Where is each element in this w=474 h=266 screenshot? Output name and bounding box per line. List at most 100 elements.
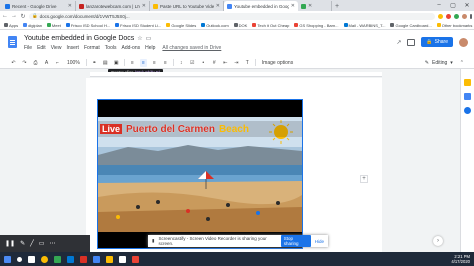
line-spacing-icon[interactable]: ↕ bbox=[178, 59, 185, 67]
add-comment-button[interactable]: + bbox=[360, 175, 368, 183]
move-folder-icon[interactable]: ▭ bbox=[146, 35, 152, 42]
bulleted-list-icon[interactable]: • bbox=[200, 59, 207, 67]
comment-icon[interactable] bbox=[407, 38, 416, 46]
browser-tab[interactable]: ✕ bbox=[298, 1, 332, 11]
browser-tab[interactable]: lanzarotewebcam.com | LIVE ✕ bbox=[76, 1, 150, 11]
tasks-icon[interactable] bbox=[464, 93, 471, 100]
address-bar[interactable]: 🔒 docs.google.com/document/d/1VWT5J5S0j.… bbox=[29, 12, 435, 20]
bookmark[interactable]: Google Cardboard... bbox=[390, 23, 432, 28]
bookmark[interactable]: DOK bbox=[233, 23, 247, 28]
bookmark-apps[interactable]: Apps bbox=[4, 23, 18, 28]
embedded-video[interactable]: Live Puerto del Carmen Beach bbox=[97, 99, 303, 249]
image-options-button[interactable]: Image options bbox=[260, 59, 295, 67]
document-title[interactable]: Youtube embedded in Google Docs bbox=[24, 35, 134, 42]
add-comment-icon[interactable]: ▤ bbox=[102, 59, 109, 67]
chrome-icon[interactable] bbox=[41, 255, 48, 263]
align-center-icon[interactable]: ≡ bbox=[139, 58, 147, 67]
user-avatar[interactable] bbox=[459, 37, 468, 47]
bookmark[interactable]: Google Slides bbox=[166, 23, 196, 28]
reload-icon[interactable]: ↻ bbox=[20, 13, 26, 20]
docs-logo-icon[interactable] bbox=[8, 36, 17, 48]
other-bookmarks[interactable]: Other bookmarks bbox=[436, 23, 472, 28]
print-icon[interactable]: ⎙ bbox=[32, 59, 39, 67]
zoom-select[interactable]: 100% bbox=[65, 59, 82, 67]
horizontal-ruler[interactable] bbox=[90, 72, 382, 77]
chevron-up-icon[interactable]: ⌃ bbox=[460, 60, 464, 66]
bookmark[interactable]: Outlook.com bbox=[201, 23, 229, 28]
clear-format-icon[interactable]: T bbox=[244, 59, 251, 67]
spellcheck-icon[interactable]: A bbox=[43, 59, 50, 67]
share-button[interactable]: 🔒 Share bbox=[421, 37, 453, 47]
star-icon[interactable] bbox=[438, 13, 443, 19]
browser-tab-active[interactable]: Youtube embedded in Google Docs ✕ bbox=[224, 1, 298, 11]
menu-view[interactable]: View bbox=[51, 45, 62, 51]
menu-format[interactable]: Format bbox=[84, 45, 100, 51]
extension-icon[interactable] bbox=[446, 13, 451, 19]
menu-insert[interactable]: Insert bbox=[66, 45, 79, 51]
close-window-icon[interactable]: ✕ bbox=[460, 0, 474, 10]
activity-icon[interactable]: ↗ bbox=[396, 39, 401, 46]
stop-sharing-button[interactable]: Stop sharing bbox=[280, 235, 311, 247]
close-tab-icon[interactable]: ✕ bbox=[216, 3, 220, 9]
maximize-icon[interactable]: ▢ bbox=[446, 0, 460, 10]
start-icon[interactable] bbox=[4, 255, 11, 263]
redo-icon[interactable]: ↷ bbox=[21, 59, 28, 67]
browser-tab[interactable]: Recent - Google Drive ✕ bbox=[2, 1, 76, 11]
word-icon[interactable] bbox=[93, 255, 100, 263]
close-tab-icon[interactable]: ✕ bbox=[291, 3, 295, 9]
task-view-icon[interactable] bbox=[28, 255, 35, 263]
bookmark[interactable]: Frisco ISD Student Li... bbox=[115, 23, 161, 28]
outlook-icon[interactable] bbox=[67, 255, 74, 263]
pause-icon[interactable]: ❚❚ bbox=[5, 240, 15, 247]
excel-icon[interactable] bbox=[54, 255, 61, 263]
menu-help[interactable]: Help bbox=[145, 45, 155, 51]
extension-icon[interactable] bbox=[454, 13, 459, 19]
image-icon[interactable]: ▣ bbox=[113, 59, 120, 67]
more-icon[interactable]: ⋯ bbox=[49, 240, 55, 247]
close-tab-icon[interactable]: ✕ bbox=[142, 3, 146, 9]
align-justify-icon[interactable]: ≡ bbox=[162, 59, 169, 67]
bookmark[interactable]: digiplan bbox=[23, 23, 42, 28]
keep-icon[interactable] bbox=[464, 79, 471, 86]
align-right-icon[interactable]: ≡ bbox=[151, 59, 158, 67]
new-tab-button[interactable]: + bbox=[332, 1, 342, 11]
numbered-list-icon[interactable]: # bbox=[211, 59, 218, 67]
close-tab-icon[interactable]: ✕ bbox=[68, 3, 72, 9]
file-explorer-icon[interactable] bbox=[106, 255, 113, 263]
marker-icon[interactable]: ╱ bbox=[30, 240, 34, 247]
mail-icon[interactable] bbox=[119, 255, 126, 263]
app-icon[interactable] bbox=[132, 255, 139, 263]
hide-button[interactable]: Hide bbox=[315, 239, 324, 244]
align-left-icon[interactable]: ≡ bbox=[129, 59, 136, 67]
close-tab-icon[interactable]: ✕ bbox=[308, 3, 312, 9]
bookmark[interactable]: Frisco ISD School H... bbox=[65, 23, 110, 28]
menu-addons[interactable]: Add-ons bbox=[121, 45, 140, 51]
system-clock[interactable]: 2:21 PM 4/17/2020 bbox=[451, 254, 470, 264]
more-icon[interactable] bbox=[470, 13, 472, 19]
search-icon[interactable] bbox=[17, 256, 22, 262]
bookmark[interactable]: Tech it Out Cheap bbox=[252, 23, 289, 28]
profile-avatar[interactable] bbox=[462, 13, 467, 19]
editing-mode-select[interactable]: ✎ Editing ▾ ⌃ bbox=[425, 60, 464, 66]
link-icon[interactable]: ⚭ bbox=[91, 59, 98, 67]
increase-indent-icon[interactable]: ⇥ bbox=[233, 59, 240, 67]
paint-format-icon[interactable]: ⌐ bbox=[54, 59, 61, 67]
menu-edit[interactable]: Edit bbox=[37, 45, 46, 51]
menu-tools[interactable]: Tools bbox=[105, 45, 117, 51]
decrease-indent-icon[interactable]: ⇤ bbox=[222, 59, 229, 67]
checklist-icon[interactable]: ☑ bbox=[189, 59, 196, 67]
star-icon[interactable]: ☆ bbox=[137, 35, 142, 42]
browser-tab[interactable]: Paste URL to Youtube Video HERE ✕ bbox=[150, 1, 224, 11]
explore-button[interactable]: › bbox=[433, 236, 443, 246]
bookmark[interactable]: GS Shopping - Barn... bbox=[294, 23, 339, 28]
powerpoint-icon[interactable] bbox=[80, 255, 87, 263]
camera-icon[interactable]: ▭ bbox=[39, 240, 45, 247]
calendar-icon[interactable] bbox=[464, 107, 471, 114]
pen-icon[interactable]: ✎ bbox=[20, 240, 25, 247]
forward-icon[interactable]: → bbox=[11, 13, 17, 19]
bookmark[interactable]: Meet bbox=[46, 23, 61, 28]
undo-icon[interactable]: ↶ bbox=[10, 59, 17, 67]
minimize-icon[interactable]: – bbox=[432, 0, 446, 10]
bookmark[interactable]: Mail - WARBINS_T... bbox=[343, 23, 385, 28]
save-status[interactable]: All changes saved in Drive bbox=[162, 45, 221, 51]
